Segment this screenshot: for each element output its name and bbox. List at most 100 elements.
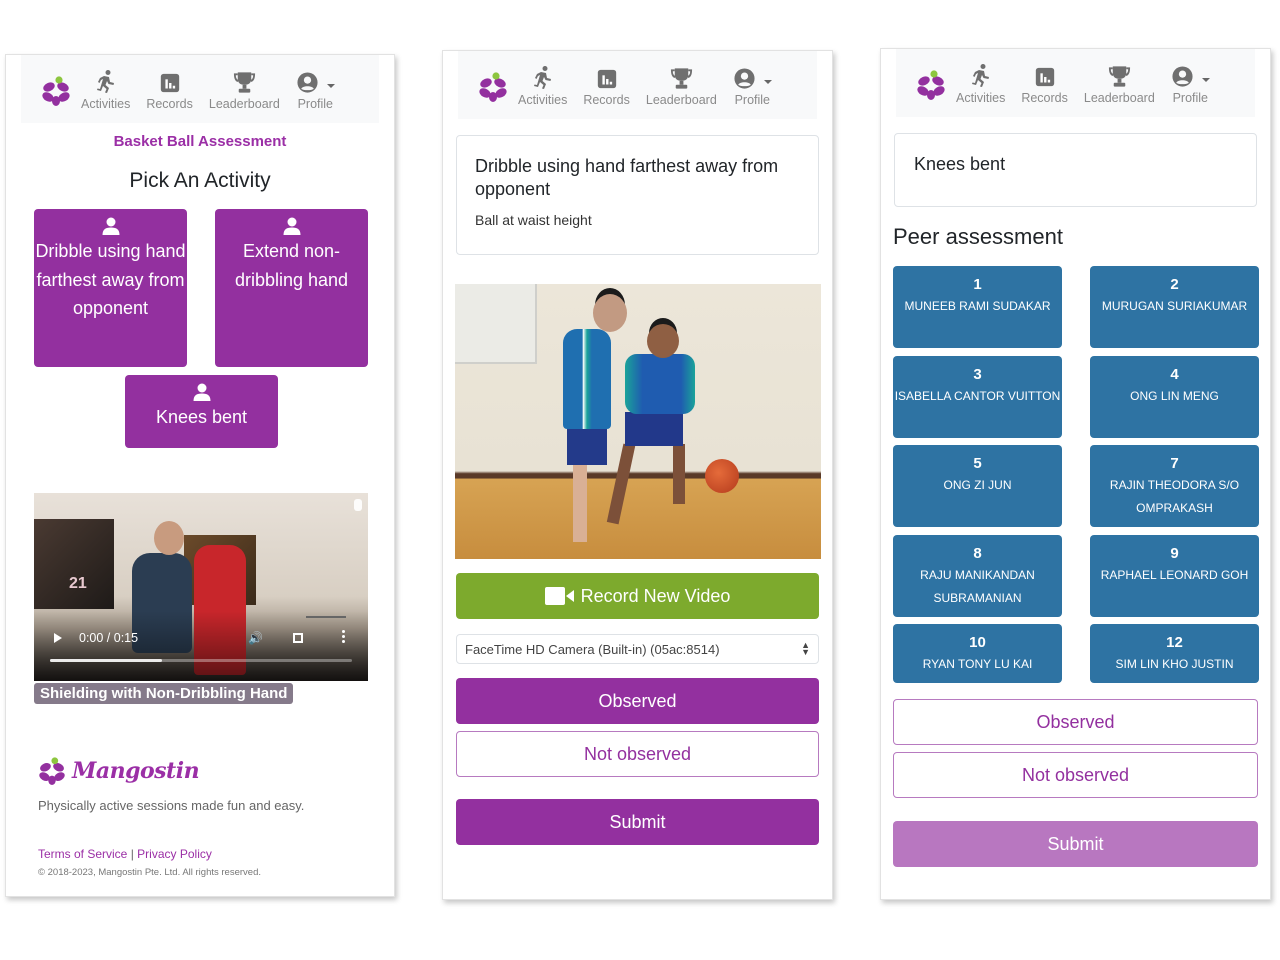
card-title: Dribble using hand farthest away from op…	[475, 156, 779, 199]
bar-chart-icon	[160, 73, 179, 92]
observed-button[interactable]: Observed	[456, 678, 819, 724]
submit-button[interactable]: Submit	[893, 821, 1258, 867]
photo-dribbler	[606, 443, 636, 525]
privacy-link[interactable]: Privacy Policy	[137, 847, 212, 861]
peer-name: SIM LIN KHO JUSTIN	[1115, 657, 1234, 671]
peer-button[interactable]: 4 ONG LIN MENG	[1090, 355, 1259, 438]
user-circle-icon	[297, 71, 318, 93]
activity-label: Extend non-dribbling hand	[234, 241, 349, 290]
trophy-icon	[233, 71, 255, 93]
photo-defender	[593, 294, 627, 332]
peer-name: MURUGAN SURIAKUMAR	[1101, 299, 1248, 313]
chevron-down-icon	[326, 83, 335, 88]
running-icon	[533, 65, 551, 89]
observed-label: Observed	[1036, 711, 1115, 732]
activity-card: Knees bent	[894, 133, 1257, 207]
fullscreen-icon[interactable]	[293, 633, 303, 643]
submit-button[interactable]: Submit	[456, 799, 819, 845]
nav-profile[interactable]: Profile	[733, 64, 772, 107]
nav-leaderboard[interactable]: Leaderboard	[1084, 62, 1155, 105]
photo-dribbler	[625, 412, 683, 446]
video-controls: 0:00 / 0:15 🔊	[34, 611, 368, 681]
demo-video-player[interactable]: 21 0:00 / 0:15 🔊	[34, 493, 368, 681]
nav-activities[interactable]: Activities	[81, 68, 130, 111]
page-title: Pick An Activity	[129, 169, 271, 192]
nav-records[interactable]: Records	[583, 64, 630, 107]
activity-button-extend-hand[interactable]: Extend non-dribbling hand	[215, 209, 368, 367]
footer-links: Terms of Service | Privacy Policy	[38, 847, 212, 861]
nav-profile[interactable]: Profile	[1171, 62, 1210, 105]
camera-select[interactable]: FaceTime HD Camera (Built-in) (05ac:8514…	[456, 634, 819, 664]
nav-label: Leaderboard	[208, 96, 280, 111]
peer-button[interactable]: 5 ONG ZI JUN	[893, 445, 1062, 527]
peer-number: 8	[973, 544, 982, 562]
mangostin-logo-icon[interactable]	[41, 76, 71, 106]
activity-button-dribble[interactable]: Dribble using hand farthest away from op…	[34, 209, 187, 367]
peer-number: 2	[1170, 276, 1179, 293]
mangostin-logo-icon[interactable]	[916, 70, 946, 100]
nav-label: Activities	[518, 92, 568, 107]
activity-button-knees-bent[interactable]: Knees bent	[125, 375, 278, 448]
video-time: 0:00 / 0:15	[79, 631, 139, 645]
not-observed-button[interactable]: Not observed	[893, 752, 1258, 798]
play-icon[interactable]	[54, 633, 62, 643]
observed-button[interactable]: Observed	[893, 699, 1258, 745]
nav-profile[interactable]: Profile	[296, 68, 335, 111]
not-observed-button[interactable]: Not observed	[456, 731, 819, 777]
peer-name: ISABELLA CANTOR VUITTON	[894, 388, 1061, 403]
nav-label: Leaderboard	[1083, 90, 1155, 105]
activity-label: Knees bent	[155, 407, 248, 427]
card-title: Knees bent	[914, 154, 1006, 174]
peer-number: 9	[1170, 544, 1179, 562]
not-observed-label: Not observed	[1021, 764, 1130, 785]
peer-button[interactable]: 10 RYAN TONY LU KAI	[893, 624, 1062, 683]
nav-records[interactable]: Records	[1021, 62, 1068, 105]
submit-label: Submit	[1047, 833, 1104, 854]
nav-leaderboard[interactable]: Leaderboard	[646, 64, 717, 107]
peer-button[interactable]: 2 MURUGAN SURIAKUMAR	[1090, 266, 1259, 348]
more-options-icon[interactable]	[342, 630, 346, 645]
peer-assessment-title: Peer assessment	[893, 224, 1063, 249]
record-label: Record New Video	[580, 585, 731, 606]
record-new-video-button[interactable]: Record New Video	[456, 573, 819, 619]
peer-button[interactable]: 3 ISABELLA CANTOR VUITTON	[893, 355, 1062, 438]
user-icon	[193, 383, 210, 401]
photo-defender	[563, 329, 611, 429]
running-icon	[971, 63, 989, 87]
video-camera-icon	[544, 587, 574, 605]
volume-icon[interactable]: 🔊	[248, 631, 263, 645]
peer-number: 5	[973, 455, 982, 472]
peer-button[interactable]: 1 MUNEEB RAMI SUDAKAR	[893, 266, 1062, 348]
peer-name: ONG ZI JUN	[943, 478, 1012, 492]
nav-label: Records	[583, 92, 630, 107]
peer-button[interactable]: 7 RAJIN THEODORA S/O OMPRAKASH	[1090, 445, 1259, 527]
hand-icon	[354, 499, 362, 511]
peer-number: 4	[1170, 365, 1179, 383]
bar-chart-icon	[597, 69, 616, 88]
nav-label: Activities	[81, 96, 131, 111]
card-subtitle: Ball at waist height	[475, 212, 592, 228]
activity-label: Dribble using hand farthest away from op…	[35, 241, 186, 318]
nav-label: Records	[146, 96, 193, 111]
peer-number: 3	[973, 365, 982, 383]
video-frame-player	[154, 521, 184, 555]
video-progress-slider[interactable]	[50, 659, 352, 662]
mangostin-logo-icon[interactable]	[478, 72, 508, 102]
user-icon	[102, 217, 119, 235]
nav-records[interactable]: Records	[146, 68, 193, 111]
peer-button[interactable]: 9 RAPHAEL LEONARD GOH	[1090, 534, 1259, 617]
submit-label: Submit	[609, 811, 666, 832]
peer-name: RYAN TONY LU KAI	[922, 657, 1033, 671]
terms-link[interactable]: Terms of Service	[38, 847, 127, 861]
nav-label: Profile	[1172, 90, 1208, 105]
peer-button[interactable]: 8 RAJU MANIKANDAN SUBRAMANIAN	[893, 534, 1062, 617]
nav-activities[interactable]: Activities	[518, 64, 567, 107]
navbar: Activities Records Leaderboard Profile	[458, 51, 817, 119]
copyright: © 2018-2023, Mangostin Pte. Ltd. All rig…	[38, 867, 261, 878]
screen-activity-picker: Activities Records Leaderboard Profile B…	[5, 54, 395, 897]
nav-activities[interactable]: Activities	[956, 62, 1005, 105]
nav-leaderboard[interactable]: Leaderboard	[209, 68, 280, 111]
photo-dribbler	[625, 354, 695, 414]
peer-button[interactable]: 12 SIM LIN KHO JUSTIN	[1090, 624, 1259, 683]
photo-basketball	[705, 459, 739, 493]
